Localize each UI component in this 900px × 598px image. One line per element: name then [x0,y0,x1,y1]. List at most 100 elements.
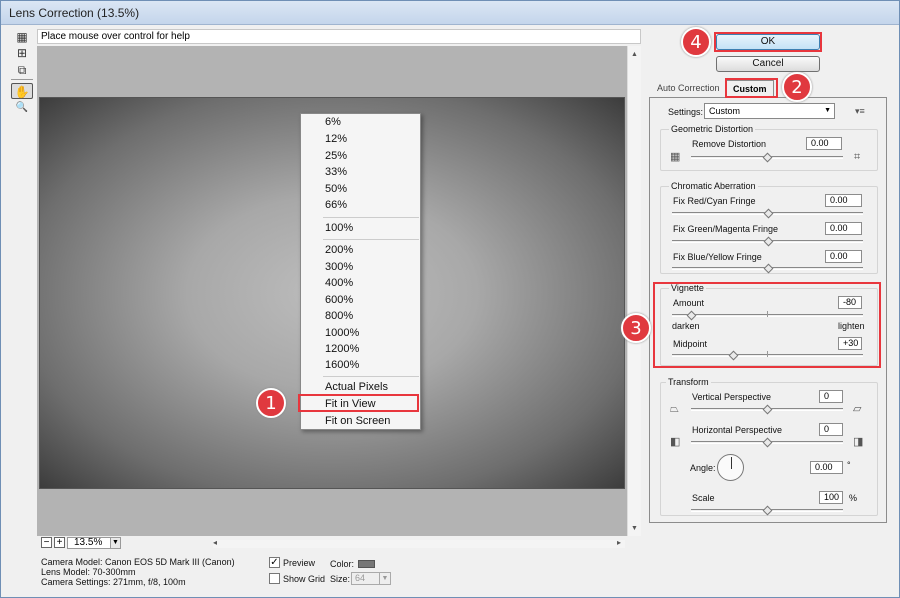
vertical-scrollbar[interactable]: ▲ ▼ [627,46,641,536]
zoom-bar: − + 13.5% ▼ ◂ ▸ [37,537,627,550]
zoom-out-button[interactable]: − [41,537,52,548]
grid-size-label: Size: [330,574,351,584]
horizontal-perspective-field[interactable]: 0 [819,423,843,436]
zoom-item-6[interactable]: 6% [301,114,420,131]
angle-unit: ° [847,460,851,470]
zoom-item-200[interactable]: 200% [301,242,420,259]
callout-badge-2: 2 [782,72,812,102]
remove-distortion-label: Remove Distortion [692,139,767,149]
zoom-item-1000[interactable]: 1000% [301,325,420,342]
zoom-in-button[interactable]: + [54,537,65,548]
settings-value: Custom [709,106,741,116]
show-grid-checkbox[interactable] [269,573,280,584]
horizontal-perspective-left-icon: ◧ [670,436,681,448]
zoom-item-fit-on-screen[interactable]: Fit on Screen [301,413,420,430]
zoom-item-25[interactable]: 25% [301,148,420,165]
red-cyan-label: Fix Red/Cyan Fringe [673,196,756,206]
zoom-level-field[interactable]: 13.5% [67,537,113,549]
remove-distortion-icon[interactable]: ▦ [11,29,33,45]
camera-info: Camera Model: Canon EOS 5D Mark III (Can… [41,557,235,587]
green-magenta-field[interactable]: 0.00 [825,222,862,235]
lens-model: Lens Model: 70-300mm [41,567,136,577]
zoom-item-66[interactable]: 66% [301,197,420,214]
zoom-item-50[interactable]: 50% [301,181,420,198]
angle-field[interactable]: 0.00 [810,461,843,474]
menu-separator [323,376,419,377]
fit-in-view-highlight [298,394,419,412]
vertical-perspective-left-icon: ⏢ [670,403,679,415]
chevron-down-icon[interactable]: ▼ [110,537,121,549]
callout-badge-4: 4 [681,27,711,57]
zoom-item-100[interactable]: 100% [301,220,420,237]
menu-separator [323,217,419,218]
horizontal-scrollbar[interactable]: ◂ ▸ [213,538,625,548]
geometric-distortion-group [660,129,878,171]
hand-icon[interactable]: ✋ [11,83,33,99]
zoom-item-400[interactable]: 400% [301,275,420,292]
zoom-item-300[interactable]: 300% [301,259,420,276]
barrel-icon: ⌗ [854,151,861,163]
vignette-highlight [653,282,881,368]
title-bar: Lens Correction (13.5%) [1,1,899,25]
grid-color-swatch[interactable] [358,560,375,568]
vertical-perspective-label: Vertical Perspective [692,392,772,402]
camera-model: Camera Model: Canon EOS 5D Mark III (Can… [41,557,235,567]
chromatic-aberration-title: Chromatic Aberration [669,181,758,191]
scroll-left-icon[interactable]: ◂ [213,538,217,547]
scroll-right-icon[interactable]: ▸ [617,538,621,547]
grid-size-value: 64 [355,573,366,583]
move-grid-icon[interactable]: ⧉ [11,62,33,78]
scroll-down-icon[interactable]: ▼ [631,525,638,532]
tab-auto-correction[interactable]: Auto Correction [651,81,726,97]
grid-color-label: Color: [330,559,355,569]
blue-yellow-label: Fix Blue/Yellow Fringe [673,252,762,262]
ok-button-highlight [714,32,822,52]
geometric-distortion-title: Geometric Distortion [669,124,756,134]
green-magenta-label: Fix Green/Magenta Fringe [673,224,779,234]
angle-dial[interactable] [717,454,744,481]
scroll-up-icon[interactable]: ▲ [631,51,638,58]
transform-title: Transform [666,377,711,387]
callout-badge-3: 3 [621,313,651,343]
help-bar: Place mouse over control for help [37,29,641,44]
vertical-perspective-field[interactable]: 0 [819,390,843,403]
cancel-button[interactable]: Cancel [716,56,820,72]
zoom-item-12[interactable]: 12% [301,131,420,148]
help-text: Place mouse over control for help [41,31,190,42]
zoom-item-33[interactable]: 33% [301,164,420,181]
chevron-down-icon: ▼ [379,573,390,584]
scale-label: Scale [692,493,715,503]
scale-field[interactable]: 100 [819,491,843,504]
grid-size-select[interactable]: 64 ▼ [351,572,391,585]
callout-badge-1: 1 [256,388,286,418]
lens-correction-window: Lens Correction (13.5%) ▦ ⊞ ⧉ ✋ 🔍 Place … [0,0,900,598]
zoom-item-800[interactable]: 800% [301,308,420,325]
pincushion-icon: ▦ [670,151,681,163]
show-grid-label: Show Grid [283,574,326,584]
zoom-item-1600[interactable]: 1600% [301,357,420,374]
chevron-down-icon: ▼ [824,107,831,114]
zoom-icon[interactable]: 🔍 [11,100,33,116]
scale-unit: % [849,493,858,503]
custom-tab-highlight [725,78,778,98]
menu-separator [323,239,419,240]
camera-settings: Camera Settings: 271mm, f/8, 100m [41,577,186,587]
preview-label: Preview [283,558,316,568]
straighten-icon[interactable]: ⊞ [11,45,33,61]
blue-yellow-field[interactable]: 0.00 [825,250,862,263]
horizontal-perspective-label: Horizontal Perspective [692,425,783,435]
angle-label: Angle: [690,463,716,473]
zoom-item-600[interactable]: 600% [301,292,420,309]
window-title: Lens Correction (13.5%) [9,6,140,20]
preview-checkbox[interactable]: ✓ [269,557,280,568]
horizontal-perspective-right-icon: ◨ [853,436,864,448]
remove-distortion-field[interactable]: 0.00 [806,137,842,150]
zoom-item-1200[interactable]: 1200% [301,341,420,358]
red-cyan-field[interactable]: 0.00 [825,194,862,207]
settings-select[interactable]: Custom ▼ [704,103,835,119]
zoom-menu: 6% 12% 25% 33% 50% 66% 100% 200% 300% 40… [300,113,421,430]
settings-menu-icon[interactable]: ▾≡ [855,106,865,117]
tool-separator [11,79,33,80]
settings-label: Settings: [668,107,704,117]
vertical-perspective-right-icon: ⏥ [853,403,862,415]
